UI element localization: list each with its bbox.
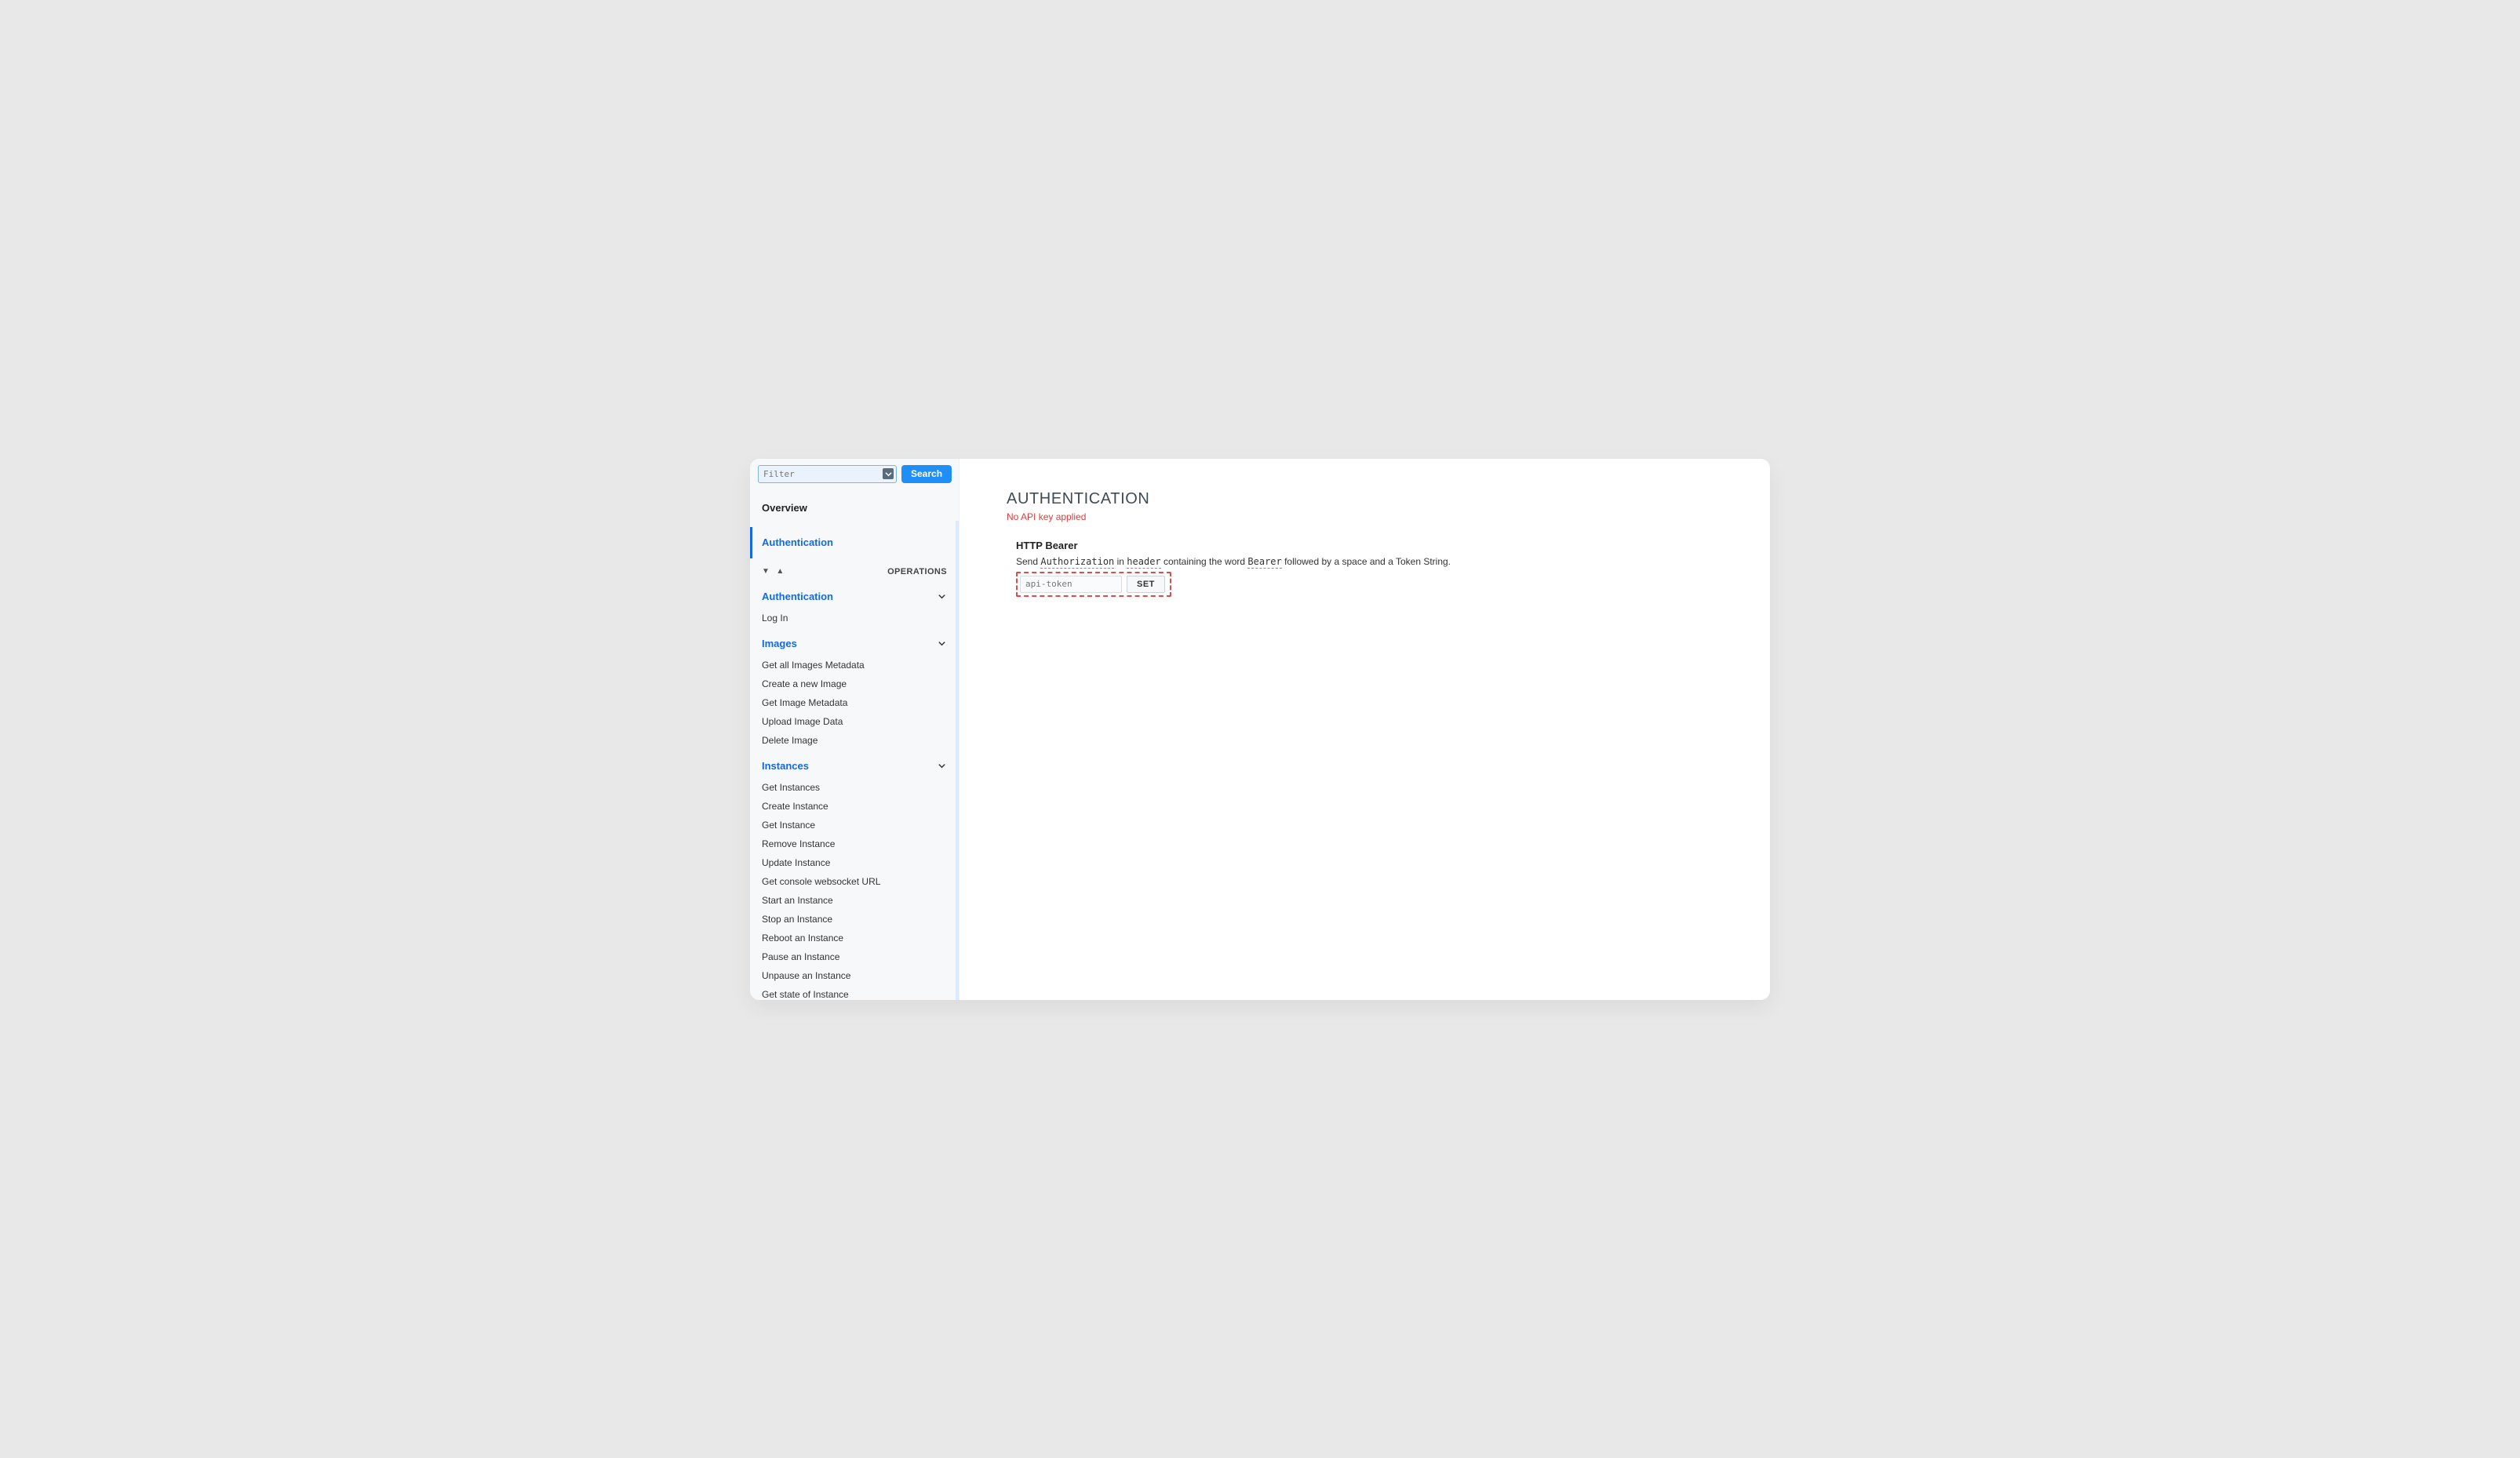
bearer-title: HTTP Bearer (1016, 540, 1723, 551)
nav-stop-instance[interactable]: Stop an Instance (750, 910, 959, 929)
page-title: AUTHENTICATION (1007, 490, 1723, 508)
collapse-all-icon[interactable]: ▲ (776, 567, 784, 576)
set-token-button[interactable]: SET (1127, 576, 1165, 593)
section-authentication[interactable]: Authentication (750, 585, 959, 609)
chevron-down-icon (936, 762, 947, 770)
main-content: AUTHENTICATION No API key applied HTTP B… (960, 459, 1770, 1000)
section-images[interactable]: Images (750, 632, 959, 656)
nav-log-in[interactable]: Log In (750, 609, 959, 627)
nav-delete-image[interactable]: Delete Image (750, 731, 959, 750)
collapse-arrows: ▼ ▲ (762, 567, 785, 576)
app-window: Search Overview Authentication ▼ ▲ OPERA… (750, 459, 1770, 1000)
chevron-down-icon (936, 639, 947, 648)
section-title: Images (762, 638, 797, 649)
operations-header: ▼ ▲ OPERATIONS (750, 558, 959, 585)
section-instances[interactable]: Instances (750, 754, 959, 778)
nav-upload-image-data[interactable]: Upload Image Data (750, 712, 959, 731)
nav-remove-instance[interactable]: Remove Instance (750, 834, 959, 853)
section-title: Instances (762, 760, 809, 772)
token-input-highlight: SET (1016, 572, 1171, 597)
nav-authentication-active[interactable]: Authentication (750, 527, 959, 558)
nav-get-instances[interactable]: Get Instances (750, 778, 959, 797)
search-button[interactable]: Search (901, 465, 952, 483)
nav-overview[interactable]: Overview (750, 489, 959, 527)
nav-update-instance[interactable]: Update Instance (750, 853, 959, 872)
operations-label: OPERATIONS (887, 567, 947, 576)
desc-text: Send (1016, 556, 1040, 567)
no-api-key-warning: No API key applied (1007, 511, 1723, 522)
code-bearer: Bearer (1247, 556, 1281, 569)
nav-create-instance[interactable]: Create Instance (750, 797, 959, 816)
filter-dropdown-icon[interactable] (883, 468, 894, 479)
http-bearer-block: HTTP Bearer Send Authorization in header… (1007, 540, 1723, 597)
nav-get-image-metadata[interactable]: Get Image Metadata (750, 693, 959, 712)
filter-input-wrap (758, 465, 897, 483)
scroll-position-indicator (956, 521, 959, 1000)
sidebar: Search Overview Authentication ▼ ▲ OPERA… (750, 459, 960, 1000)
api-token-input[interactable] (1020, 576, 1122, 593)
nav-reboot-instance[interactable]: Reboot an Instance (750, 929, 959, 947)
nav-start-instance[interactable]: Start an Instance (750, 891, 959, 910)
chevron-down-icon (936, 592, 947, 601)
nav-get-instance[interactable]: Get Instance (750, 816, 959, 834)
nav-create-new-image[interactable]: Create a new Image (750, 674, 959, 693)
desc-text: in (1114, 556, 1127, 567)
section-title: Authentication (762, 591, 833, 602)
search-row: Search (750, 459, 959, 489)
code-authorization: Authorization (1040, 556, 1114, 569)
expand-all-icon[interactable]: ▼ (762, 567, 770, 576)
nav-unpause-instance[interactable]: Unpause an Instance (750, 966, 959, 985)
nav-pause-instance[interactable]: Pause an Instance (750, 947, 959, 966)
desc-text: containing the word (1161, 556, 1248, 567)
filter-input[interactable] (758, 465, 897, 483)
sidebar-nav: Overview Authentication ▼ ▲ OPERATIONS A… (750, 489, 959, 1000)
desc-text: followed by a space and a Token String. (1282, 556, 1451, 567)
bearer-description: Send Authorization in header containing … (1016, 556, 1723, 567)
nav-get-state-instance[interactable]: Get state of Instance (750, 985, 959, 1000)
nav-get-console-websocket-url[interactable]: Get console websocket URL (750, 872, 959, 891)
code-header: header (1127, 556, 1160, 569)
nav-get-all-images-metadata[interactable]: Get all Images Metadata (750, 656, 959, 674)
